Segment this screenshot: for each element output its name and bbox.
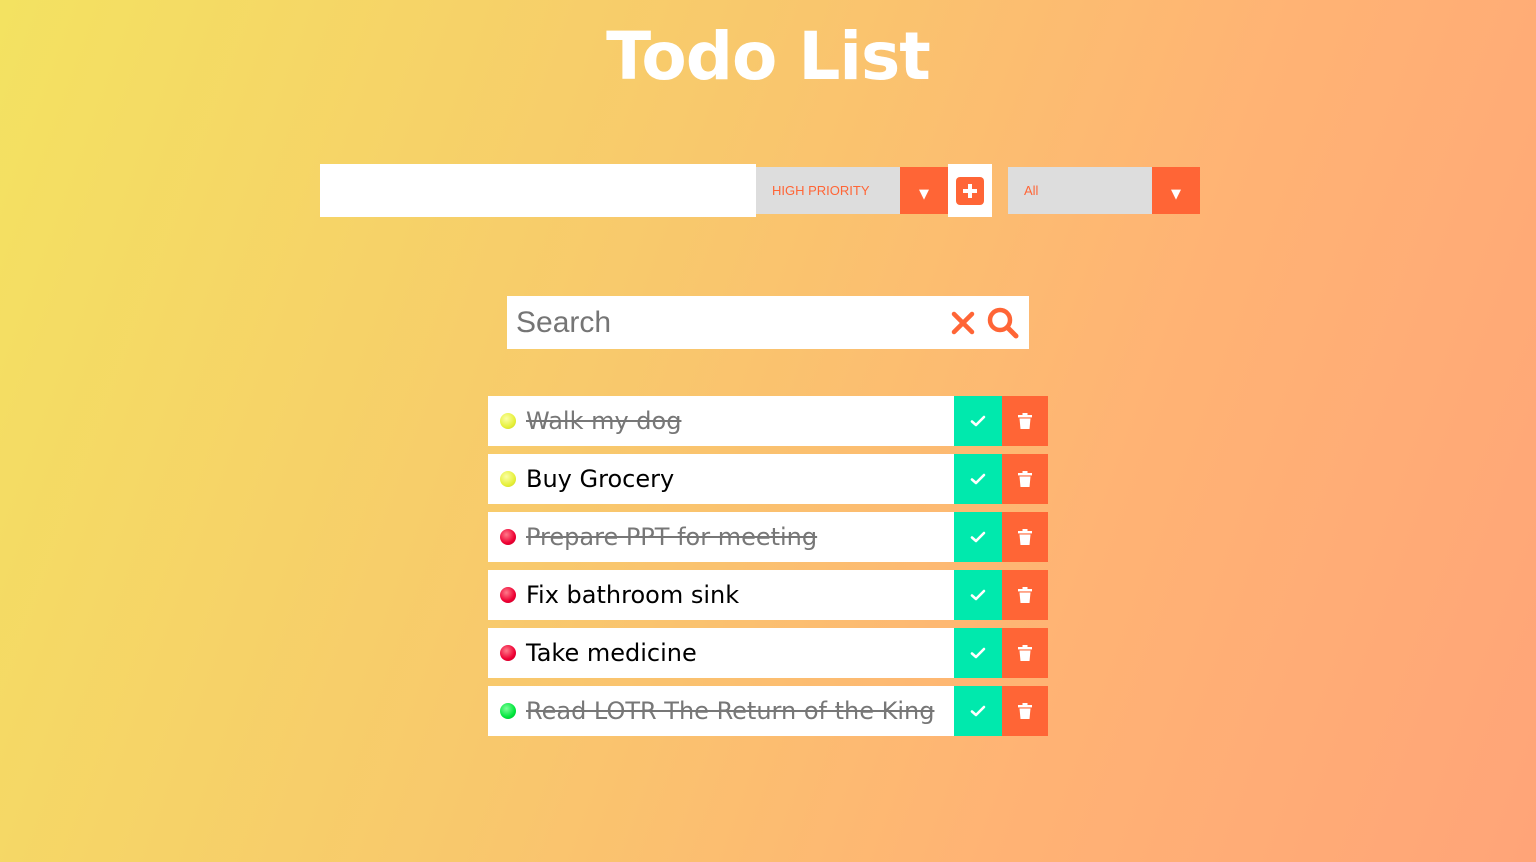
- delete-button[interactable]: [1002, 454, 1048, 504]
- todo-item-body: Walk my dog: [488, 396, 954, 446]
- delete-button[interactable]: [1002, 628, 1048, 678]
- check-icon: [970, 589, 986, 601]
- trash-icon: [1018, 471, 1032, 487]
- todo-item-text: Read LOTR The Return of the King: [526, 697, 935, 725]
- trash-icon: [1018, 413, 1032, 429]
- complete-button[interactable]: [954, 454, 1002, 504]
- delete-button[interactable]: [1002, 686, 1048, 736]
- delete-button[interactable]: [1002, 396, 1048, 446]
- todo-item-body: Take medicine: [488, 628, 954, 678]
- priority-indicator: [500, 471, 516, 487]
- todo-item: Take medicine: [488, 628, 1048, 678]
- complete-button[interactable]: [954, 628, 1002, 678]
- trash-icon: [1018, 529, 1032, 545]
- check-icon: [970, 705, 986, 717]
- todo-item-body: Buy Grocery: [488, 454, 954, 504]
- todo-item: Walk my dog: [488, 396, 1048, 446]
- todo-item-body: Fix bathroom sink: [488, 570, 954, 620]
- check-icon: [970, 473, 986, 485]
- todo-item-text: Buy Grocery: [526, 465, 675, 493]
- trash-icon: [1018, 587, 1032, 603]
- priority-select[interactable]: HIGH PRIORITY ▼: [756, 167, 948, 214]
- trash-icon: [1018, 703, 1032, 719]
- priority-select-value: HIGH PRIORITY: [772, 183, 870, 198]
- search-input[interactable]: [507, 296, 943, 349]
- todo-item: Fix bathroom sink: [488, 570, 1048, 620]
- todo-item: Buy Grocery: [488, 454, 1048, 504]
- search-bar: [507, 296, 1029, 349]
- todo-item-text: Walk my dog: [526, 407, 682, 435]
- caret-down-icon: ▼: [900, 167, 948, 214]
- priority-indicator: [500, 413, 516, 429]
- search-icon[interactable]: [983, 296, 1023, 349]
- check-icon: [970, 415, 986, 427]
- filter-select[interactable]: All ▼: [1008, 167, 1200, 214]
- priority-indicator: [500, 529, 516, 545]
- trash-icon: [1018, 645, 1032, 661]
- priority-indicator: [500, 645, 516, 661]
- todo-item-text: Prepare PPT for meeting: [526, 523, 818, 551]
- delete-button[interactable]: [1002, 570, 1048, 620]
- complete-button[interactable]: [954, 396, 1002, 446]
- todo-item: Read LOTR The Return of the King: [488, 686, 1048, 736]
- check-icon: [970, 531, 986, 543]
- todo-input[interactable]: [320, 164, 756, 217]
- priority-indicator: [500, 587, 516, 603]
- todo-list: Walk my dog Buy Grocery Prepare PPT for me…: [488, 396, 1048, 744]
- delete-button[interactable]: [1002, 512, 1048, 562]
- close-icon[interactable]: [943, 296, 983, 349]
- todo-item-text: Take medicine: [526, 639, 697, 667]
- priority-indicator: [500, 703, 516, 719]
- todo-item-text: Fix bathroom sink: [526, 581, 740, 609]
- complete-button[interactable]: [954, 512, 1002, 562]
- complete-button[interactable]: [954, 686, 1002, 736]
- todo-item: Prepare PPT for meeting: [488, 512, 1048, 562]
- todo-item-body: Prepare PPT for meeting: [488, 512, 954, 562]
- add-todo-button[interactable]: [948, 164, 992, 217]
- page-title: Todo List: [606, 18, 931, 95]
- filter-select-value: All: [1024, 183, 1039, 198]
- caret-down-icon: ▼: [1152, 167, 1200, 214]
- check-icon: [970, 647, 986, 659]
- plus-icon: [956, 176, 984, 205]
- todo-item-body: Read LOTR The Return of the King: [488, 686, 954, 736]
- complete-button[interactable]: [954, 570, 1002, 620]
